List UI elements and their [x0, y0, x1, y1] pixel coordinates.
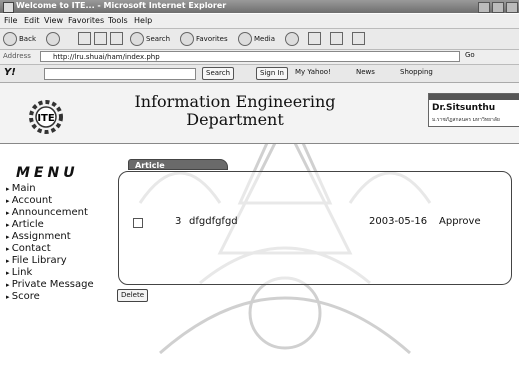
menu-help[interactable]: Help [134, 16, 152, 25]
home-button[interactable] [110, 32, 123, 45]
title-bar: Welcome to ITE... - Microsoft Internet E… [0, 0, 519, 13]
address-input[interactable]: http://lru.shuai/ham/index.php [40, 51, 460, 62]
menu-item-assignment[interactable]: Assignment [6, 231, 94, 243]
search-icon [130, 32, 144, 46]
go-button[interactable]: Go [465, 51, 475, 59]
article-title[interactable]: dfgdfgfgd [189, 216, 238, 227]
menu-item-account[interactable]: Account [6, 195, 94, 207]
delete-button[interactable]: Delete [117, 289, 148, 302]
yahoo-signin-button[interactable]: Sign In [256, 67, 288, 80]
print-icon [330, 32, 343, 45]
user-affiliation: ม.ราชภัฏสกลนคร มหาวิทยาลัย [432, 117, 500, 123]
window-title: Welcome to ITE... - Microsoft Internet E… [16, 1, 227, 10]
media-button[interactable]: Media [238, 32, 275, 46]
star-icon [180, 32, 194, 46]
menu-item-announcement[interactable]: Announcement [6, 207, 94, 219]
yahoo-toolbar: Y! Search Sign In My Yahoo! News Shoppin… [0, 65, 519, 83]
back-label: Back [19, 35, 36, 43]
news-link[interactable]: News [356, 68, 375, 76]
mail-button[interactable] [308, 32, 321, 45]
user-info-box: Dr.Sitsunthu ม.ราชภัฏสกลนคร มหาวิทยาลัย [428, 93, 519, 127]
logo-text: ITE [37, 113, 55, 124]
mail-icon [308, 32, 321, 45]
article-panel: 3 dfgdfgfgd 2003-05-16 Approve [118, 171, 512, 285]
menu-tools[interactable]: Tools [108, 16, 128, 25]
user-box-tab [429, 94, 519, 100]
address-bar: Address http://lru.shuai/ham/index.php G… [0, 50, 519, 65]
shopping-link[interactable]: Shopping [400, 68, 433, 76]
print-button[interactable] [330, 32, 343, 45]
media-label: Media [254, 35, 276, 43]
home-icon [110, 32, 123, 45]
menu-heading: MENU [16, 165, 79, 181]
edit-icon [352, 32, 365, 45]
media-icon [238, 32, 252, 46]
article-status[interactable]: Approve [439, 216, 481, 227]
page-header: ITE Information Engineering Department D… [0, 83, 519, 144]
article-date: 2003-05-16 [369, 216, 428, 227]
yahoo-search-button[interactable]: Search [202, 67, 235, 80]
standard-toolbar: Back Search Favorites Media [0, 29, 519, 50]
article-tab: Article [128, 159, 228, 170]
row-checkbox[interactable] [133, 218, 143, 228]
yahoo-logo[interactable]: Y! [4, 67, 16, 78]
menu-item-article[interactable]: Article [6, 219, 94, 231]
maximize-button[interactable] [492, 2, 504, 13]
page-subtitle: Department [186, 110, 284, 129]
article-number: 3 [175, 216, 182, 227]
edit-button[interactable] [352, 32, 365, 45]
user-name: Dr.Sitsunthu [432, 103, 496, 113]
minimize-button[interactable] [478, 2, 490, 13]
page-content: ITE Information Engineering Department D… [0, 83, 519, 365]
ie-icon [3, 2, 14, 13]
back-button[interactable]: Back [3, 32, 36, 46]
menu-bar: File Edit View Favorites Tools Help [0, 14, 519, 29]
back-arrow-icon [3, 32, 17, 46]
favorites-button[interactable]: Favorites [180, 32, 228, 46]
search-label: Search [146, 35, 171, 43]
menu-item-link[interactable]: Link [6, 267, 94, 279]
history-button[interactable] [285, 32, 299, 46]
close-button[interactable] [506, 2, 518, 13]
favorites-label: Favorites [196, 35, 228, 43]
table-row: 3 dfgdfgfgd 2003-05-16 Approve [133, 216, 508, 230]
search-button[interactable]: Search [130, 32, 170, 46]
history-icon [285, 32, 299, 46]
my-yahoo-link[interactable]: My Yahoo! [295, 68, 331, 76]
ite-gear-logo: ITE [29, 100, 63, 134]
menu-file[interactable]: File [4, 16, 17, 25]
yahoo-search-input[interactable] [44, 68, 196, 80]
stop-icon [78, 32, 91, 45]
menu-item-main[interactable]: Main [6, 183, 94, 195]
menu-favorites[interactable]: Favorites [68, 16, 104, 25]
stop-button[interactable] [78, 32, 91, 45]
menu-item-score[interactable]: Score [6, 291, 94, 303]
menu-item-file-library[interactable]: File Library [6, 255, 94, 267]
browser-window: Welcome to ITE... - Microsoft Internet E… [0, 0, 519, 365]
forward-button[interactable] [46, 32, 60, 46]
refresh-button[interactable] [94, 32, 107, 45]
menu-edit[interactable]: Edit [24, 16, 40, 25]
menu-view[interactable]: View [44, 16, 63, 25]
refresh-icon [94, 32, 107, 45]
forward-arrow-icon [46, 32, 60, 46]
nav-menu: Main Account Announcement Article Assign… [6, 183, 94, 303]
menu-item-private-message[interactable]: Private Message [6, 279, 94, 291]
menu-item-contact[interactable]: Contact [6, 243, 94, 255]
address-label: Address [3, 52, 31, 60]
page-title: Information Engineering [134, 92, 336, 111]
